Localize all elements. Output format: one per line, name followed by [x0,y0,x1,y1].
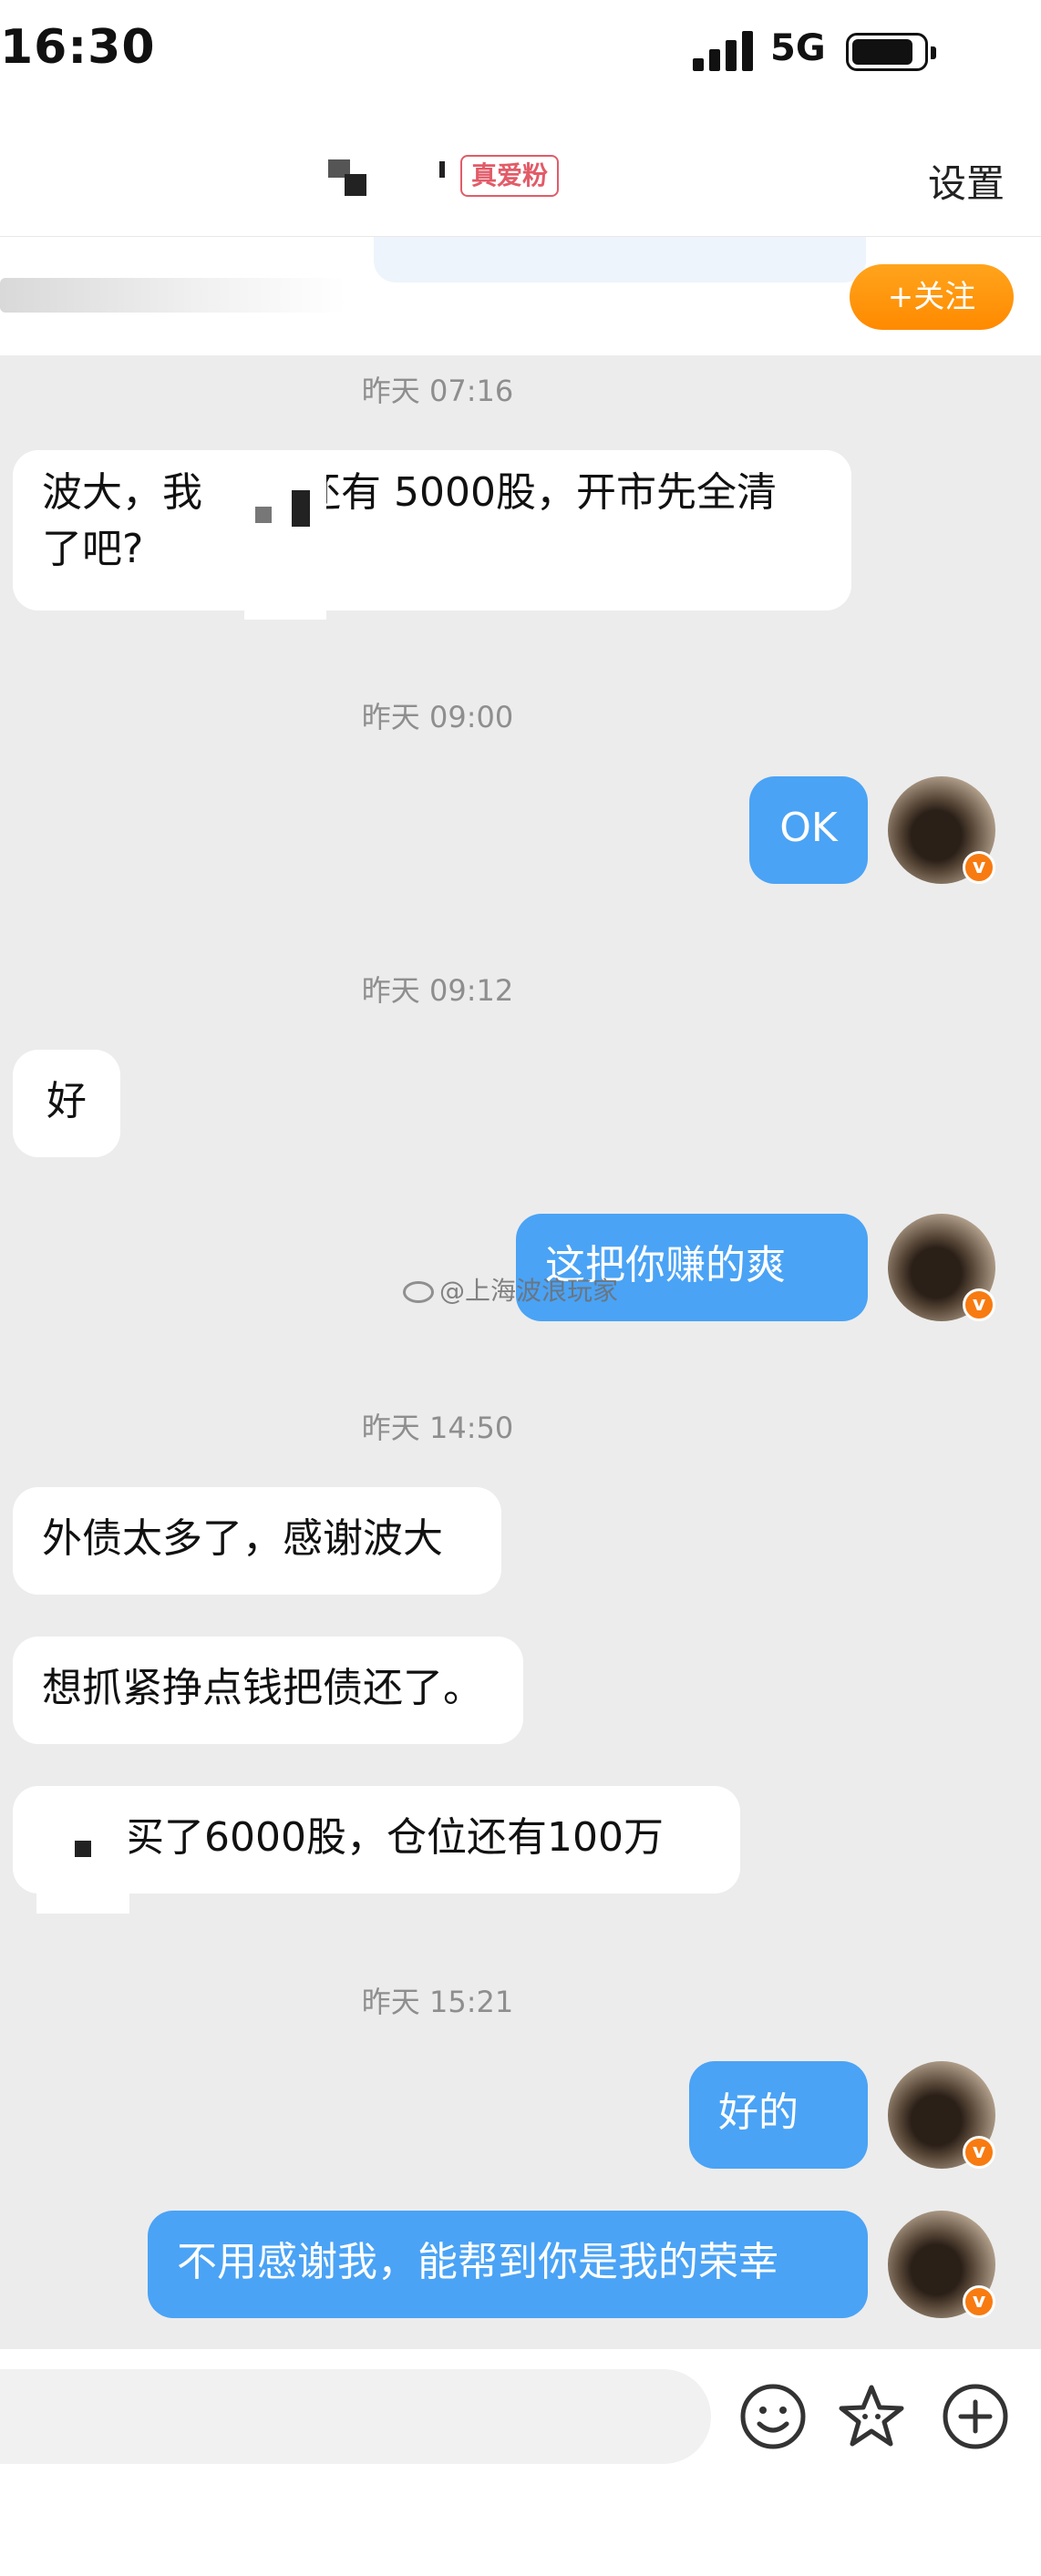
timestamp: 昨天 14:50 [361,1411,514,1445]
message-text: 买了6000股，仓位还有100万 [124,1814,664,1861]
incoming-message[interactable]: 好 [13,1050,120,1157]
incoming-message[interactable]: 外债太多了，感谢波大 [13,1487,501,1595]
battery-icon [846,33,936,71]
outgoing-message[interactable]: 不用感谢我，能帮到你是我的荣幸 [148,2211,868,2318]
chat-header: 真爱粉 设置 [0,109,1041,237]
blurred-profile-text [0,278,346,313]
verified-badge-icon: v [963,851,995,884]
user-avatar[interactable]: v [888,2211,995,2318]
message-text: 波大，我 [42,469,202,516]
message-text: 好的 [718,2089,799,2136]
watermark: @上海波浪玩家 [403,1271,618,1308]
message-text: 好 [46,1078,87,1124]
timestamp: 昨天 09:12 [361,973,514,1008]
timestamp: 昨天 07:16 [361,374,514,408]
user-avatar[interactable]: v [888,1214,995,1321]
redaction-block [36,1786,129,1914]
network-type: 5G [770,27,826,69]
sticker-icon[interactable] [835,2380,908,2453]
verified-badge-icon: v [963,1288,995,1321]
settings-button[interactable]: 设置 [928,153,1005,209]
input-bar [0,2349,1041,2576]
profile-strip: +关注 [0,237,1041,355]
blurred-banner [374,237,866,282]
signal-icon [693,31,753,71]
chat-title-redacted [328,159,445,196]
message-text: 想抓紧挣点钱把债还了。 [42,1665,483,1711]
fan-badge: 真爱粉 [460,155,560,197]
message-text: 还有 5000股，开市先全清 [301,469,777,516]
follow-button[interactable]: +关注 [850,264,1014,330]
redaction-block [244,452,326,620]
timestamp: 昨天 15:21 [361,1985,514,2019]
user-avatar[interactable]: v [888,776,995,884]
verified-badge-icon: v [963,2136,995,2169]
message-input[interactable] [0,2369,711,2464]
plus-icon[interactable] [939,2380,1012,2453]
message-text: 外债太多了，感谢波大 [42,1515,443,1562]
status-bar: 16:30 5G [0,0,1041,109]
outgoing-message[interactable]: OK [749,776,868,884]
weibo-icon [403,1281,434,1303]
emoji-icon[interactable] [737,2380,809,2453]
message-text: 了吧? [42,526,144,572]
outgoing-message[interactable]: 好的 [689,2061,868,2169]
user-avatar[interactable]: v [888,2061,995,2169]
incoming-message[interactable]: 波大，我 还有 5000股，开市先全清 了吧? [13,450,851,611]
timestamp: 昨天 09:00 [361,700,514,734]
message-text: OK [779,805,838,851]
status-time: 16:30 [0,20,156,75]
message-text: 不用感谢我，能帮到你是我的荣幸 [177,2239,778,2285]
watermark-text: @上海波浪玩家 [439,1276,619,1306]
verified-badge-icon: v [963,2285,995,2318]
incoming-message[interactable]: 想抓紧挣点钱把债还了。 [13,1637,523,1744]
